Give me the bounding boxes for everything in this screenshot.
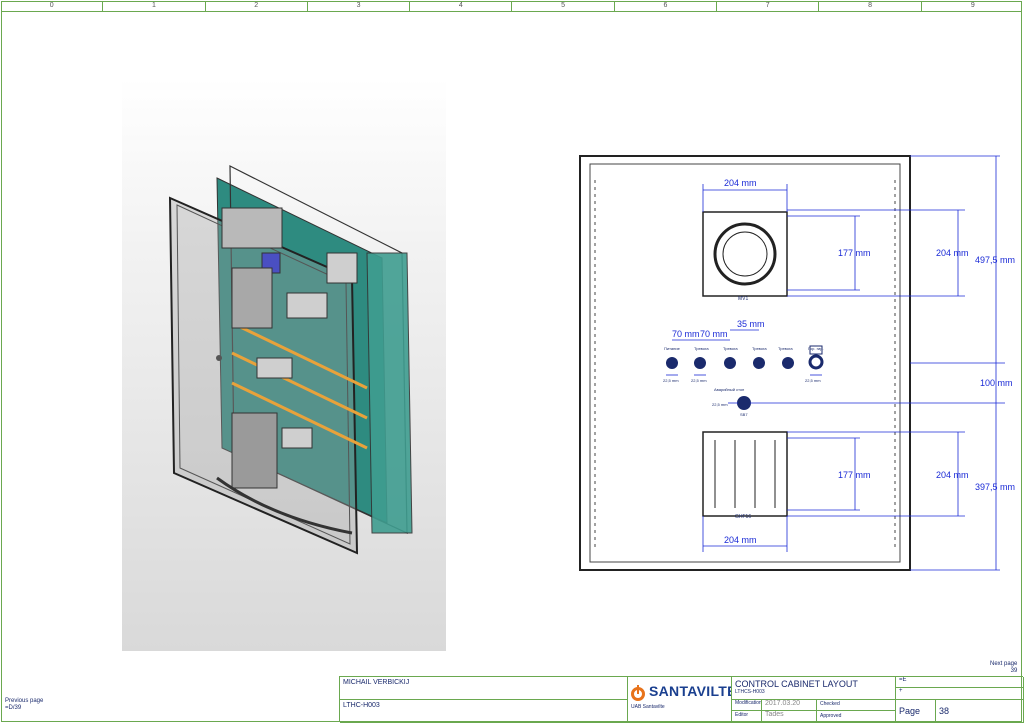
pilot-light [666,357,678,369]
dimension-lines [666,155,1005,571]
selector-switch [808,354,824,370]
estop-tag: SB7 [740,412,748,417]
dim-button-diameter: 22,5 mm [691,378,707,383]
document-title: CONTROL CABINET LAYOUT [735,679,858,689]
drive-unit [231,412,278,489]
terminal-block-group [256,357,293,379]
dim-spacing: 35 mm [737,319,765,329]
next-page-value: 39 [1010,668,1018,674]
fan-grille [713,222,777,286]
drawing-sheet: 0 1 2 3 4 5 6 7 8 9 MV1 GHF16 Питание Тр… [0,0,1024,724]
dim-fan-inner: 177 mm [838,248,871,258]
button-label: Тревога [752,346,767,351]
dim-filter-offset: 397,5 mm [975,482,1015,492]
fan-tag: MV1 [738,296,749,302]
dim-button-diameter: 22,5 mm [712,402,728,407]
modification-label: Modification [732,700,762,711]
terminal-block-group [326,252,358,284]
ruler-col: 3 [308,1,411,11]
modification-date: 2017.03.20 [762,700,817,711]
ruler-col: 7 [717,1,820,11]
fan-grille [722,231,768,277]
cabinet-front-layout: MV1 GHF16 Питание Тревога Тревога Тревог… [579,155,1015,571]
door-lock [216,355,222,361]
drive-unit [231,267,273,329]
cabinet-outline [579,155,911,571]
ruler-col: 6 [615,1,718,11]
column-ruler: 0 1 2 3 4 5 6 7 8 9 [1,1,1022,12]
power-supply [221,207,283,249]
layout-view: MV1 GHF16 Питание Тревога Тревога Тревог… [560,150,1020,580]
dim-filter-inner: 177 mm [838,470,871,480]
cabinet-side [366,252,413,534]
pilot-light [724,357,736,369]
previous-page-value: =D/39 [5,705,22,711]
document-code: LTHCS-H003 [735,689,765,695]
next-page-label: Next page [990,661,1018,667]
company-logo-text: SANTAVILTE [649,683,732,699]
terminal-block-group [286,292,328,319]
filter-tag: GHF16 [735,514,751,520]
pilot-light [753,357,765,369]
dim-fan-offset: 497,5 mm [975,255,1015,265]
ruler-col: 1 [103,1,206,11]
author-field: MICHAIL VERBICKIJ [340,677,628,700]
ruler-col: 4 [410,1,513,11]
page-number: 38 [936,700,1024,723]
pilot-light [694,357,706,369]
terminal-block-group [281,427,313,449]
button-label: Тревога [723,346,738,351]
dim-mid-offset: 100 mm [980,378,1013,388]
dim-filter-width: 204 mm [724,535,757,545]
pilot-light [782,357,794,369]
title-block: MICHAIL VERBICKIJ LTHC-H003 SANTAVILTE U… [339,676,1024,723]
dim-fan-width: 204 mm [724,178,757,188]
button-label: Тревога [694,346,709,351]
ruler-col: 5 [512,1,615,11]
project-code-field: LTHC-H003 [340,700,628,723]
field-e: =E [896,677,1024,688]
previous-page-link[interactable]: Previous page =D/39 [5,698,43,712]
company-name: UAB Santavilte [631,704,665,711]
estop-label: Аварийный стоп [714,387,744,392]
dim-fan-height: 204 mm [936,248,969,258]
previous-page-label: Previous page [5,698,44,704]
dim-spacing: 70 mm [672,329,700,339]
dim-button-diameter: 22,5 mm [663,378,679,383]
button-label: Тревога [778,346,793,351]
isometric-view [122,78,446,651]
ruler-col: 2 [206,1,308,11]
editor-name: Tades [762,711,817,723]
approved-label: Approved [817,711,896,723]
filter-unit [702,431,788,517]
checked-label: Checked [817,700,896,711]
next-page-link[interactable]: Next page 39 [990,661,1017,675]
dim-button-diameter: 22,5 mm [805,378,821,383]
dim-spacing: 70 mm [700,329,728,339]
dim-filter-height: 204 mm [936,470,969,480]
ruler-col: 8 [819,1,922,11]
field-plus: + [896,688,1024,700]
cabinet-isometric-drawing [168,165,413,555]
document-title-cell: CONTROL CABINET LAYOUT LTHCS-H003 [732,677,896,700]
santavilte-logo-icon [631,685,645,702]
button-label: Питание [664,346,681,351]
page-label: Page [896,700,936,723]
ruler-col: 0 [1,1,104,11]
company-logo: SANTAVILTE UAB Santavilte [628,677,732,723]
editor-label: Editor [732,711,762,723]
ruler-col: 9 [970,2,975,9]
emergency-stop-button [737,396,751,410]
